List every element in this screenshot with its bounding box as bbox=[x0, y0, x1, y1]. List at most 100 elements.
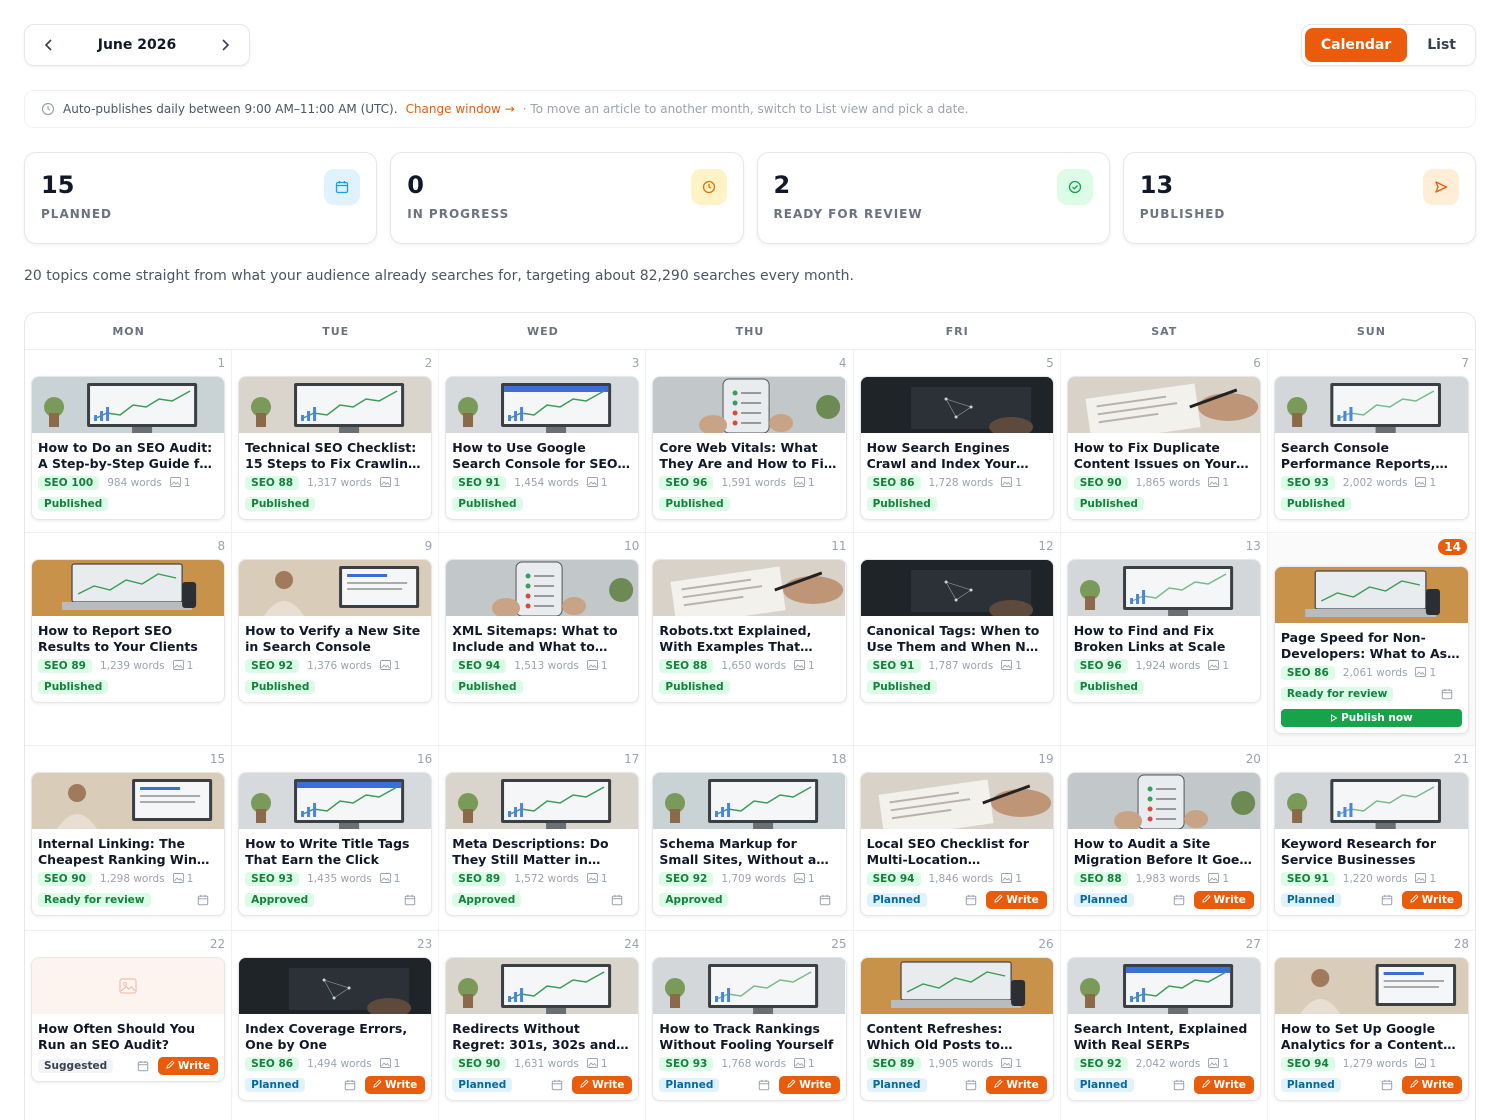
article-card[interactable]: Schema Markup for Small Sites, Without a… bbox=[652, 772, 847, 916]
image-placeholder-icon bbox=[32, 958, 225, 1014]
schedule-calendar-icon[interactable] bbox=[1380, 1078, 1394, 1092]
article-card[interactable]: Index Coverage Errors, One by One SEO 86… bbox=[238, 957, 433, 1101]
schedule-calendar-icon[interactable] bbox=[403, 893, 417, 907]
schedule-calendar-icon[interactable] bbox=[610, 893, 624, 907]
seo-score-badge: SEO 86 bbox=[1280, 666, 1335, 680]
article-meta: SEO 96 1,924 words 1 bbox=[1073, 658, 1254, 674]
article-card[interactable]: How Often Should You Run an SEO Audit? S… bbox=[31, 957, 226, 1082]
article-card[interactable]: How to Fix Duplicate Content Issues on Y… bbox=[1066, 376, 1261, 520]
write-button[interactable]: Write bbox=[986, 891, 1047, 909]
word-count: 1,924 words bbox=[1135, 660, 1201, 672]
calendar-view-button[interactable]: Calendar bbox=[1304, 28, 1408, 62]
stats-row: 15 PLANNED 0 IN PROGRESS 2 READY FOR REV… bbox=[24, 152, 1476, 244]
write-button[interactable]: Write bbox=[364, 1076, 426, 1094]
article-title: Canonical Tags: When to Use Them and Whe… bbox=[866, 623, 1041, 654]
calendar-month-grid: MON TUE WED THU FRI SAT SUN 1 How to Do … bbox=[24, 312, 1476, 1120]
write-button[interactable]: Write bbox=[1193, 1076, 1254, 1094]
article-card[interactable]: How Search Engines Crawl and Index Your … bbox=[859, 376, 1054, 520]
article-card[interactable]: How to Audit a Site Migration Before It … bbox=[1066, 772, 1261, 916]
seo-score-badge: SEO 89 bbox=[38, 659, 92, 673]
article-footer: Planned Write bbox=[1073, 891, 1254, 909]
status-badge: Ready for review bbox=[38, 893, 151, 907]
article-card[interactable]: XML Sitemaps: What to Include and What t… bbox=[445, 559, 640, 703]
write-label: Write bbox=[592, 1079, 625, 1091]
image-icon bbox=[794, 659, 805, 673]
schedule-calendar-icon[interactable] bbox=[1172, 1078, 1186, 1092]
schedule-calendar-icon[interactable] bbox=[964, 893, 978, 907]
image-count: 1 bbox=[379, 872, 400, 886]
seo-score-badge: SEO 89 bbox=[452, 872, 507, 886]
image-count-value: 1 bbox=[1015, 660, 1022, 672]
article-thumbnail bbox=[653, 560, 846, 616]
word-count: 1,513 words bbox=[514, 660, 579, 672]
seo-score-badge: SEO 91 bbox=[452, 476, 507, 490]
article-card[interactable]: Content Refreshes: Which Old Posts to Up… bbox=[859, 957, 1054, 1101]
article-card[interactable]: Technical SEO Checklist: 15 Steps to Fix… bbox=[238, 376, 433, 520]
article-card[interactable]: How to Track Rankings Without Fooling Yo… bbox=[652, 957, 847, 1101]
schedule-calendar-icon[interactable] bbox=[550, 1078, 564, 1092]
article-card[interactable]: Meta Descriptions: Do They Still Matter … bbox=[445, 772, 640, 916]
stat-label: IN PROGRESS bbox=[407, 207, 510, 221]
article-title: How to Write Title Tags That Earn the Cl… bbox=[245, 836, 410, 867]
article-card[interactable]: Local SEO Checklist for Multi-Location B… bbox=[859, 772, 1054, 916]
write-label: Write bbox=[1213, 894, 1246, 906]
article-thumbnail bbox=[653, 958, 846, 1014]
article-card[interactable]: Keyword Research for Service Businesses … bbox=[1273, 772, 1469, 916]
schedule-calendar-icon[interactable] bbox=[1380, 893, 1394, 907]
write-button[interactable]: Write bbox=[1401, 1076, 1462, 1094]
chevron-left-icon[interactable] bbox=[39, 35, 59, 55]
article-card[interactable]: Page Speed for Non-Developers: What to A… bbox=[1273, 566, 1469, 734]
article-card[interactable]: Search Intent, Explained With Real SERPs… bbox=[1066, 957, 1261, 1101]
article-card[interactable]: Search Console Performance Reports, Expl… bbox=[1273, 376, 1469, 520]
schedule-calendar-icon[interactable] bbox=[964, 1078, 978, 1092]
write-button[interactable]: Write bbox=[157, 1057, 219, 1075]
image-count-value: 1 bbox=[600, 660, 608, 672]
status-badge: Published bbox=[866, 497, 937, 511]
article-card[interactable]: How to Verify a New Site in Search Conso… bbox=[238, 559, 433, 703]
schedule-calendar-icon[interactable] bbox=[196, 893, 210, 907]
image-count-value: 1 bbox=[1015, 1058, 1022, 1070]
article-footer: Planned Write bbox=[1280, 1076, 1462, 1094]
article-card[interactable]: How to Find and Fix Broken Links at Scal… bbox=[1066, 559, 1261, 703]
article-meta: SEO 90 1,631 words 1 bbox=[452, 1056, 632, 1072]
write-button[interactable]: Write bbox=[572, 1076, 633, 1094]
schedule-calendar-icon[interactable] bbox=[1440, 687, 1454, 701]
word-count: 1,865 words bbox=[1135, 477, 1201, 489]
status-badge: Planned bbox=[452, 1078, 513, 1092]
status-badge: Published bbox=[1073, 497, 1144, 511]
article-footer: Published bbox=[245, 495, 425, 513]
article-card[interactable]: Canonical Tags: When to Use Them and Whe… bbox=[859, 559, 1054, 703]
article-thumbnail bbox=[860, 773, 1053, 829]
schedule-calendar-icon[interactable] bbox=[757, 1078, 771, 1092]
article-card[interactable]: How to Do an SEO Audit: A Step-by-Step G… bbox=[31, 376, 226, 520]
calendar-day-cell: 1 How to Do an SEO Audit: A Step-by-Step… bbox=[25, 350, 233, 533]
write-button[interactable]: Write bbox=[779, 1076, 840, 1094]
schedule-calendar-icon[interactable] bbox=[1172, 893, 1186, 907]
stat-label: PLANNED bbox=[41, 207, 112, 221]
article-title: Local SEO Checklist for Multi-Location B… bbox=[866, 836, 1029, 867]
article-card[interactable]: How to Set Up Google Analytics for a Con… bbox=[1273, 957, 1469, 1101]
schedule-calendar-icon[interactable] bbox=[136, 1059, 150, 1073]
chevron-right-icon[interactable] bbox=[215, 35, 235, 55]
write-button[interactable]: Write bbox=[986, 1076, 1047, 1094]
change-window-link[interactable]: Change window → bbox=[406, 102, 515, 116]
schedule-calendar-icon[interactable] bbox=[818, 893, 832, 907]
word-count: 1,572 words bbox=[514, 873, 579, 885]
write-button[interactable]: Write bbox=[1193, 891, 1254, 909]
article-card[interactable]: Redirects Without Regret: 301s, 302s and… bbox=[445, 957, 640, 1101]
article-card[interactable]: How to Report SEO Results to Your Client… bbox=[31, 559, 226, 703]
article-card[interactable]: Core Web Vitals: What They Are and How t… bbox=[652, 376, 847, 520]
write-button[interactable]: Write bbox=[1401, 891, 1462, 909]
list-view-button[interactable]: List bbox=[1411, 28, 1472, 62]
schedule-calendar-icon[interactable] bbox=[343, 1078, 357, 1092]
article-card[interactable]: How to Use Google Search Console for SEO… bbox=[445, 376, 640, 520]
article-card[interactable]: How to Write Title Tags That Earn the Cl… bbox=[238, 772, 433, 916]
article-card[interactable]: Internal Linking: The Cheapest Ranking W… bbox=[31, 772, 226, 916]
word-count: 1,709 words bbox=[721, 873, 787, 885]
article-meta: SEO 88 1,650 words 1 bbox=[659, 658, 839, 674]
article-card[interactable]: Robots.txt Explained, With Examples That… bbox=[652, 559, 847, 703]
article-title: XML Sitemaps: What to Include and What t… bbox=[452, 623, 618, 654]
publish-now-button[interactable]: Publish now bbox=[1280, 709, 1462, 727]
article-title: Internal Linking: The Cheapest Ranking W… bbox=[38, 836, 197, 867]
weekday-label: TUE bbox=[322, 324, 350, 338]
